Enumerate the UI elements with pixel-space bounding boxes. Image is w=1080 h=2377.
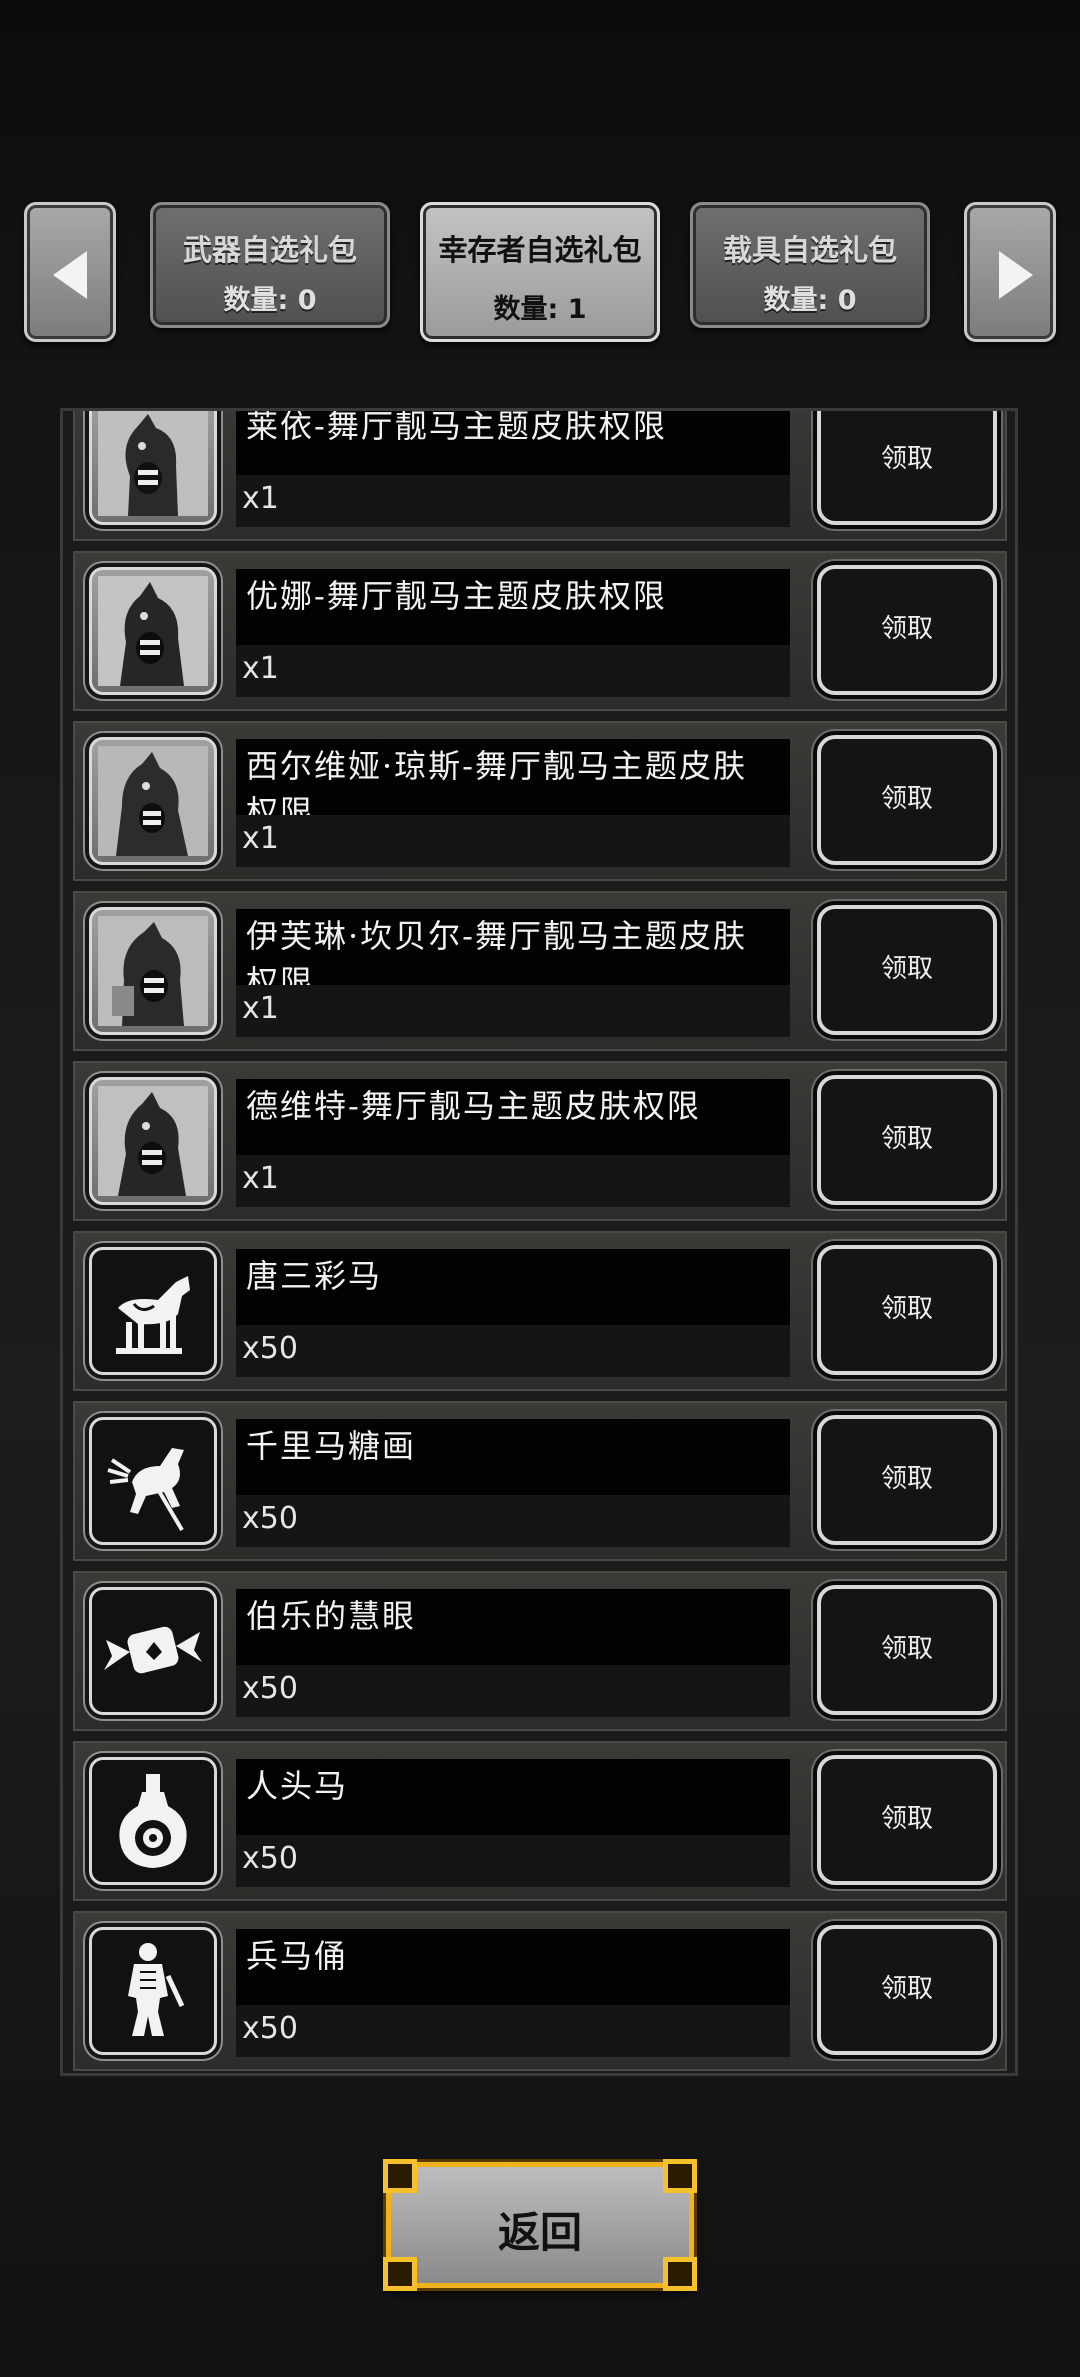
tab-title: 载具自选礼包 xyxy=(722,233,897,267)
reward-qty: x1 xyxy=(242,821,279,856)
tab-vehicle-pack[interactable]: 载具自选礼包 数量: 0 xyxy=(690,202,930,328)
reward-qty-box: x1 xyxy=(236,475,790,527)
list-item: 莱依-舞厅靓马主题皮肤权限 x1 领取 xyxy=(73,408,1007,541)
next-tab-button[interactable] xyxy=(964,202,1056,342)
terracotta-warrior-icon xyxy=(89,1927,217,2055)
prev-tab-button[interactable] xyxy=(24,202,116,342)
reward-qty-box: x50 xyxy=(236,1495,790,1547)
claim-button[interactable]: 领取 xyxy=(817,411,997,525)
reward-name-box: 德维特-舞厅靓马主题皮肤权限 xyxy=(236,1079,790,1155)
ornament-corner xyxy=(663,2159,697,2193)
horse-mask-portrait-icon xyxy=(89,567,217,695)
candy-icon xyxy=(89,1587,217,1715)
tab-count: 数量: 0 xyxy=(763,285,857,316)
claim-button[interactable]: 领取 xyxy=(817,1585,997,1715)
sugar-horse-icon xyxy=(89,1417,217,1545)
horse-mask-portrait-icon xyxy=(89,737,217,865)
ornament-corner xyxy=(383,2159,417,2193)
reward-qty-box: x50 xyxy=(236,1835,790,1887)
reward-qty: x1 xyxy=(242,651,279,686)
reward-name-box: 人头马 xyxy=(236,1759,790,1835)
chevron-left-icon xyxy=(53,251,87,299)
horse-mask-portrait-icon xyxy=(89,1077,217,1205)
claim-button[interactable]: 领取 xyxy=(817,905,997,1035)
reward-qty-box: x50 xyxy=(236,1665,790,1717)
reward-qty: x50 xyxy=(242,1671,298,1706)
tab-count: 数量: 0 xyxy=(223,285,317,316)
claim-button[interactable]: 领取 xyxy=(817,565,997,695)
reward-name-box: 伊芙琳·坎贝尔-舞厅靓马主题皮肤权限 xyxy=(236,909,790,1001)
list-item: 千里马糖画 x50 领取 xyxy=(73,1401,1007,1561)
tab-weapon-pack[interactable]: 武器自选礼包 数量: 0 xyxy=(150,202,390,328)
reward-name-box: 伯乐的慧眼 xyxy=(236,1589,790,1665)
list-item: 优娜-舞厅靓马主题皮肤权限 x1 领取 xyxy=(73,551,1007,711)
tab-count: 数量: 1 xyxy=(493,294,587,325)
reward-qty-box: x1 xyxy=(236,815,790,867)
reward-qty-box: x1 xyxy=(236,985,790,1037)
claim-button[interactable]: 领取 xyxy=(817,1245,997,1375)
claim-button[interactable]: 领取 xyxy=(817,1925,997,2055)
horse-mask-portrait-icon xyxy=(89,411,217,525)
back-button-label: 返回 xyxy=(497,2208,582,2257)
reward-qty: x1 xyxy=(242,1161,279,1196)
claim-button[interactable]: 领取 xyxy=(817,1415,997,1545)
reward-name-box: 千里马糖画 xyxy=(236,1419,790,1495)
reward-name: 优娜-舞厅靓马主题皮肤权限 xyxy=(246,577,667,615)
tab-title: 幸存者自选礼包 xyxy=(438,233,642,267)
reward-name-box: 兵马俑 xyxy=(236,1929,790,2005)
reward-name: 千里马糖画 xyxy=(246,1427,417,1465)
reward-qty: x1 xyxy=(242,991,279,1026)
claim-button[interactable]: 领取 xyxy=(817,735,997,865)
back-button[interactable]: 返回 xyxy=(383,2159,697,2291)
reward-qty: x50 xyxy=(242,1501,298,1536)
tab-survivor-pack[interactable]: 幸存者自选礼包 数量: 1 xyxy=(420,202,660,342)
reward-qty: x50 xyxy=(242,1331,298,1366)
reward-qty-box: x50 xyxy=(236,1325,790,1377)
list-item: 西尔维娅·琼斯-舞厅靓马主题皮肤权限 x1 领取 xyxy=(73,721,1007,881)
ornament-corner xyxy=(663,2257,697,2291)
reward-name: 伯乐的慧眼 xyxy=(246,1597,417,1635)
tang-horse-icon xyxy=(89,1247,217,1375)
ornament-corner xyxy=(383,2257,417,2291)
reward-name-box: 西尔维娅·琼斯-舞厅靓马主题皮肤权限 xyxy=(236,739,790,831)
reward-name: 德维特-舞厅靓马主题皮肤权限 xyxy=(246,1087,701,1125)
list-item: 伊芙琳·坎贝尔-舞厅靓马主题皮肤权限 x1 领取 xyxy=(73,891,1007,1051)
chevron-right-icon xyxy=(999,251,1033,299)
reward-qty-box: x1 xyxy=(236,645,790,697)
reward-name: 兵马俑 xyxy=(246,1937,349,1975)
bottle-icon xyxy=(89,1757,217,1885)
reward-name-box: 唐三彩马 xyxy=(236,1249,790,1325)
reward-name: 人头马 xyxy=(246,1767,349,1805)
tab-title: 武器自选礼包 xyxy=(182,233,357,267)
claim-button[interactable]: 领取 xyxy=(817,1075,997,1205)
list-item: 唐三彩马 x50 领取 xyxy=(73,1231,1007,1391)
claim-button[interactable]: 领取 xyxy=(817,1755,997,1885)
horse-mask-portrait-icon xyxy=(89,907,217,1035)
reward-qty: x1 xyxy=(242,481,279,516)
reward-list-panel[interactable]: 莱依-舞厅靓马主题皮肤权限 x1 领取 优娜-舞厅靓马主题皮肤权限 x1 领取 … xyxy=(60,408,1018,2076)
list-item: 人头马 x50 领取 xyxy=(73,1741,1007,1901)
reward-name: 莱依-舞厅靓马主题皮肤权限 xyxy=(246,408,667,445)
reward-qty-box: x50 xyxy=(236,2005,790,2057)
reward-name-box: 莱依-舞厅靓马主题皮肤权限 xyxy=(236,408,790,475)
reward-qty: x50 xyxy=(242,2011,298,2046)
reward-qty-box: x1 xyxy=(236,1155,790,1207)
list-item: 兵马俑 x50 领取 xyxy=(73,1911,1007,2071)
reward-qty: x50 xyxy=(242,1841,298,1876)
reward-name: 唐三彩马 xyxy=(246,1257,383,1295)
reward-name-box: 优娜-舞厅靓马主题皮肤权限 xyxy=(236,569,790,645)
list-item: 德维特-舞厅靓马主题皮肤权限 x1 领取 xyxy=(73,1061,1007,1221)
reward-list: 莱依-舞厅靓马主题皮肤权限 x1 领取 优娜-舞厅靓马主题皮肤权限 x1 领取 … xyxy=(73,408,1007,2073)
list-item: 伯乐的慧眼 x50 领取 xyxy=(73,1571,1007,1731)
